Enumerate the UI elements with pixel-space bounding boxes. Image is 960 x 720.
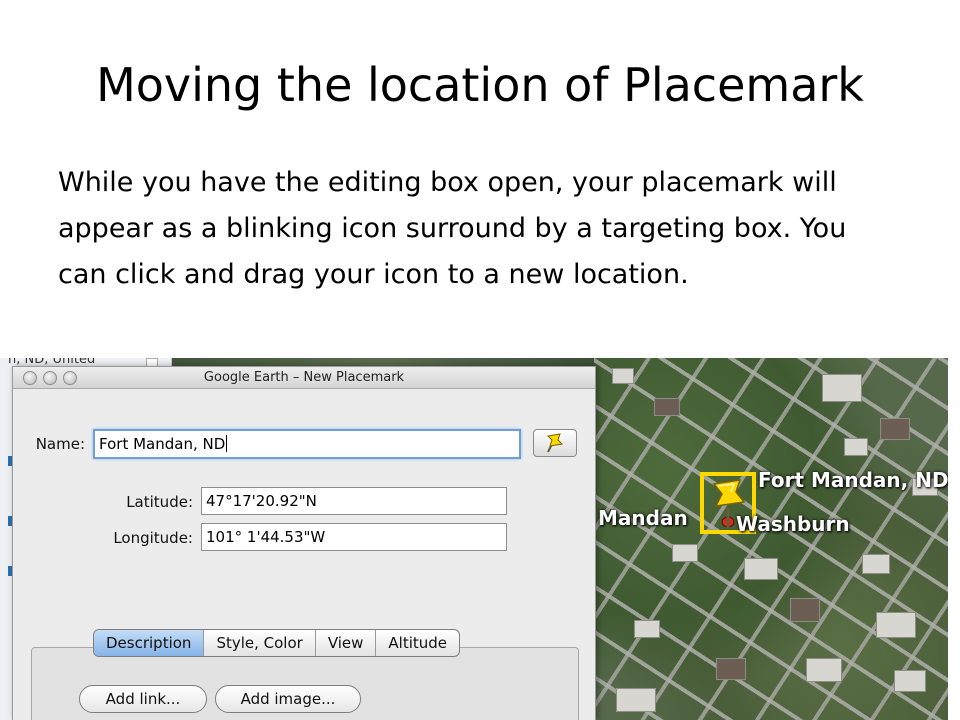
pushpin-icon [546, 433, 564, 453]
map-building [716, 658, 746, 680]
satellite-map[interactable] [594, 358, 948, 720]
map-building [790, 598, 820, 622]
slide-body-text: While you have the editing box open, you… [58, 167, 847, 290]
tab-description[interactable]: Description [94, 630, 205, 656]
add-image-button[interactable]: Add image... [215, 685, 361, 713]
slide-title: Moving the location of Placemark [96, 58, 864, 112]
map-building [672, 544, 698, 562]
new-placemark-dialog: Google Earth – New Placemark Name: Fort … [12, 366, 596, 720]
map-label-mandan: Mandan [598, 506, 688, 530]
text-caret [226, 435, 228, 452]
name-label: Name: [35, 435, 85, 453]
map-building [822, 374, 862, 402]
name-input-value: Fort Mandan, ND [99, 435, 226, 453]
map-building [616, 688, 656, 712]
longitude-label: Longitude: [113, 529, 193, 547]
dialog-titlebar[interactable]: Google Earth – New Placemark [13, 367, 595, 389]
tab-bar: Description Style, Color View Altitude [93, 629, 461, 657]
map-building [876, 612, 916, 638]
dialog-title: Google Earth – New Placemark [203, 370, 405, 385]
tab-altitude[interactable]: Altitude [376, 630, 459, 656]
map-building [654, 398, 680, 416]
map-building [880, 418, 910, 440]
map-building [806, 658, 842, 682]
latitude-label: Latitude: [126, 493, 193, 511]
map-building [612, 368, 634, 384]
map-label-fort-mandan: Fort Mandan, ND [758, 468, 948, 492]
name-input[interactable]: Fort Mandan, ND [93, 429, 521, 459]
map-building [862, 554, 890, 574]
placemark-icon-button[interactable] [533, 429, 577, 457]
add-link-button[interactable]: Add link... [79, 685, 207, 713]
tab-view[interactable]: View [316, 630, 377, 656]
map-building [894, 670, 926, 692]
latitude-input[interactable]: 47°17'20.92"N [201, 487, 507, 515]
map-label-washburn: Washburn [736, 512, 850, 536]
tab-style-color[interactable]: Style, Color [204, 630, 316, 656]
screenshot-region: n, ND, United Fort Mandan, ND Mandan Was… [0, 358, 948, 720]
longitude-input[interactable]: 101° 1'44.53"W [201, 523, 507, 551]
map-building [844, 438, 868, 456]
map-building [634, 620, 660, 638]
map-building [744, 558, 778, 580]
